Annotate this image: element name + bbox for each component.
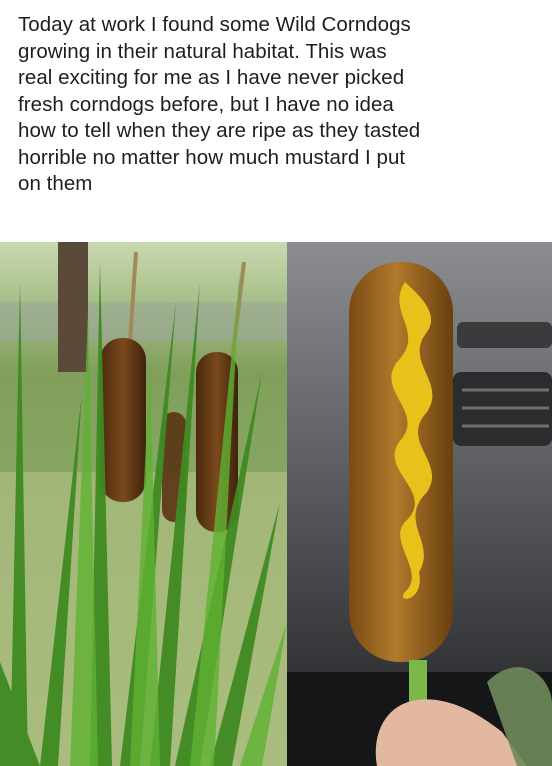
cattails-image	[0, 242, 287, 766]
cattail-head	[100, 338, 146, 502]
photo-collage	[0, 242, 552, 766]
vent	[457, 322, 552, 348]
corndog-image	[287, 242, 552, 766]
corndog-photo[interactable]	[287, 242, 552, 766]
cattails-photo[interactable]	[0, 242, 287, 766]
post-text: Today at work I found some Wild Corndogs…	[18, 13, 421, 195]
